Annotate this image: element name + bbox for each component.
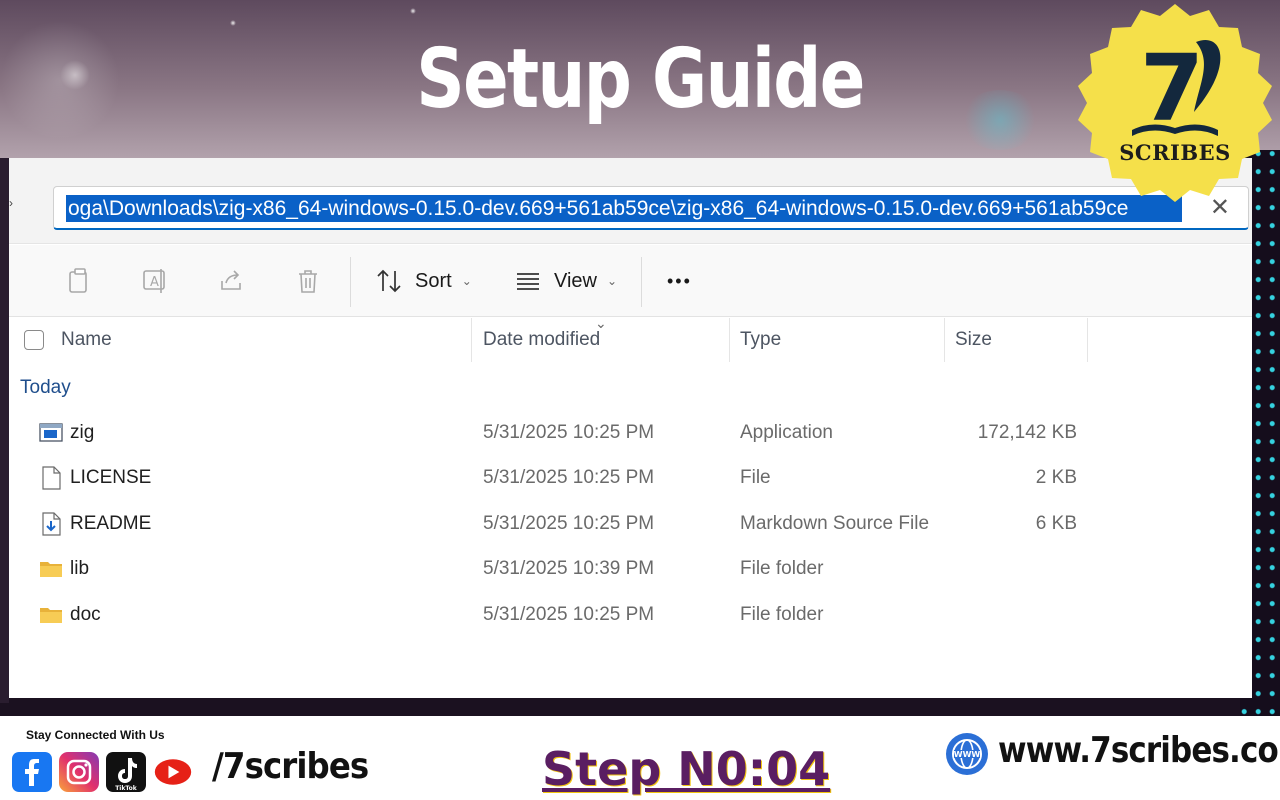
- tiktok-wordmark: TikTok: [115, 785, 138, 792]
- column-divider[interactable]: [471, 318, 472, 362]
- share-icon: [221, 270, 241, 290]
- file-date: 5/31/2025 10:25 PM: [483, 467, 655, 488]
- select-all-checkbox[interactable]: [24, 330, 44, 350]
- command-bar: A Sort ⌄ View ⌄ •••: [9, 245, 1252, 317]
- delete-icon: [299, 270, 317, 293]
- social-handle: /7scribes: [212, 746, 369, 787]
- rename-icon: A: [143, 269, 165, 293]
- share-button[interactable]: [218, 263, 246, 299]
- file-row[interactable]: lib 5/31/2025 10:39 PM File folder: [9, 547, 1252, 591]
- column-divider[interactable]: [1087, 318, 1088, 362]
- folder-icon: [40, 608, 62, 623]
- footer-bar: Stay Connected With Us TikTok /7scribes …: [0, 716, 1280, 800]
- file-name: LICENSE: [70, 467, 152, 488]
- decorative-edge: [0, 158, 9, 703]
- view-icon: [517, 273, 539, 290]
- copy-icon: [69, 268, 87, 293]
- file-name: doc: [70, 604, 101, 625]
- badge-label: SCRIBES: [1119, 140, 1231, 165]
- file-row[interactable]: README 5/31/2025 10:25 PM Markdown Sourc…: [9, 502, 1252, 546]
- toolbar-separator: [641, 257, 642, 307]
- application-icon: [39, 423, 63, 442]
- file-date: 5/31/2025 10:39 PM: [483, 558, 655, 579]
- column-header-date[interactable]: Date modified: [473, 318, 600, 362]
- view-button[interactable]: View ⌄: [514, 263, 617, 299]
- file-row[interactable]: LICENSE 5/31/2025 10:25 PM File 2 KB: [9, 456, 1252, 500]
- file-size: 6 KB: [1035, 513, 1077, 534]
- file-type: File folder: [740, 558, 824, 579]
- folder-icon: [40, 562, 62, 577]
- globe-icon: WWW: [946, 733, 988, 775]
- sort-label: Sort: [415, 269, 452, 292]
- file-size: [909, 593, 1077, 637]
- group-header-today[interactable]: Today: [20, 377, 71, 399]
- column-header-type[interactable]: Type: [730, 318, 781, 362]
- more-options-button[interactable]: •••: [667, 263, 692, 299]
- toolbar-separator: [350, 257, 351, 307]
- file-size: 172,142 KB: [977, 422, 1077, 443]
- copy-button[interactable]: [67, 263, 93, 299]
- chevron-down-icon: ⌄: [461, 274, 472, 288]
- file-type: File: [740, 467, 771, 488]
- file-date: 5/31/2025 10:25 PM: [483, 422, 655, 443]
- file-name: zig: [70, 422, 95, 443]
- file-type: Markdown Source File: [740, 513, 930, 534]
- file-type: Application: [740, 422, 833, 443]
- instagram-icon[interactable]: [59, 752, 99, 792]
- markdown-file-icon: [42, 512, 61, 536]
- step-label: Step N0:04: [542, 742, 831, 796]
- file-size: 2 KB: [1035, 467, 1077, 488]
- svg-text:WWW: WWW: [954, 750, 981, 759]
- file-row[interactable]: doc 5/31/2025 10:25 PM File folder: [9, 593, 1252, 637]
- more-icon: •••: [667, 270, 692, 291]
- column-header-name[interactable]: Name: [51, 318, 112, 362]
- youtube-icon[interactable]: [153, 752, 193, 792]
- stay-connected-text: Stay Connected With Us: [26, 728, 165, 742]
- file-name: README: [70, 513, 152, 534]
- nav-icon[interactable]: ›: [9, 196, 13, 210]
- svg-text:A: A: [150, 275, 159, 290]
- facebook-icon[interactable]: [12, 752, 52, 792]
- badge-seal-icon: 7: [1078, 4, 1272, 202]
- page-title: Setup Guide: [416, 32, 865, 127]
- file-date: 5/31/2025 10:25 PM: [483, 604, 655, 625]
- address-row: › oga\Downloads\zig-x86_64-windows-0.15.…: [9, 158, 1252, 244]
- chevron-down-icon: ⌄: [607, 274, 618, 288]
- rename-button[interactable]: A: [141, 263, 169, 299]
- view-label: View: [554, 269, 597, 292]
- file-size: [909, 547, 1077, 591]
- address-path[interactable]: oga\Downloads\zig-x86_64-windows-0.15.0-…: [66, 195, 1128, 222]
- address-bar[interactable]: oga\Downloads\zig-x86_64-windows-0.15.0-…: [53, 186, 1249, 230]
- column-header-size[interactable]: Size: [945, 318, 992, 362]
- website-url[interactable]: www.7scribes.com: [998, 730, 1280, 771]
- delete-button[interactable]: [295, 263, 321, 299]
- sort-icon: [377, 269, 401, 293]
- file-type: File folder: [740, 604, 824, 625]
- sort-button[interactable]: Sort ⌄: [375, 263, 472, 299]
- tiktok-icon[interactable]: TikTok: [106, 752, 146, 792]
- file-explorer-window: › oga\Downloads\zig-x86_64-windows-0.15.…: [9, 158, 1252, 698]
- file-date: 5/31/2025 10:25 PM: [483, 513, 655, 534]
- file-name: lib: [70, 558, 90, 579]
- file-icon: [42, 466, 61, 490]
- brand-badge: 7 SCRIBES: [1072, 2, 1278, 208]
- address-selection[interactable]: oga\Downloads\zig-x86_64-windows-0.15.0-…: [66, 195, 1182, 222]
- file-row[interactable]: zig 5/31/2025 10:25 PM Application 172,1…: [9, 411, 1252, 455]
- column-headers: Name ⌄ Date modified Type Size: [9, 315, 1252, 362]
